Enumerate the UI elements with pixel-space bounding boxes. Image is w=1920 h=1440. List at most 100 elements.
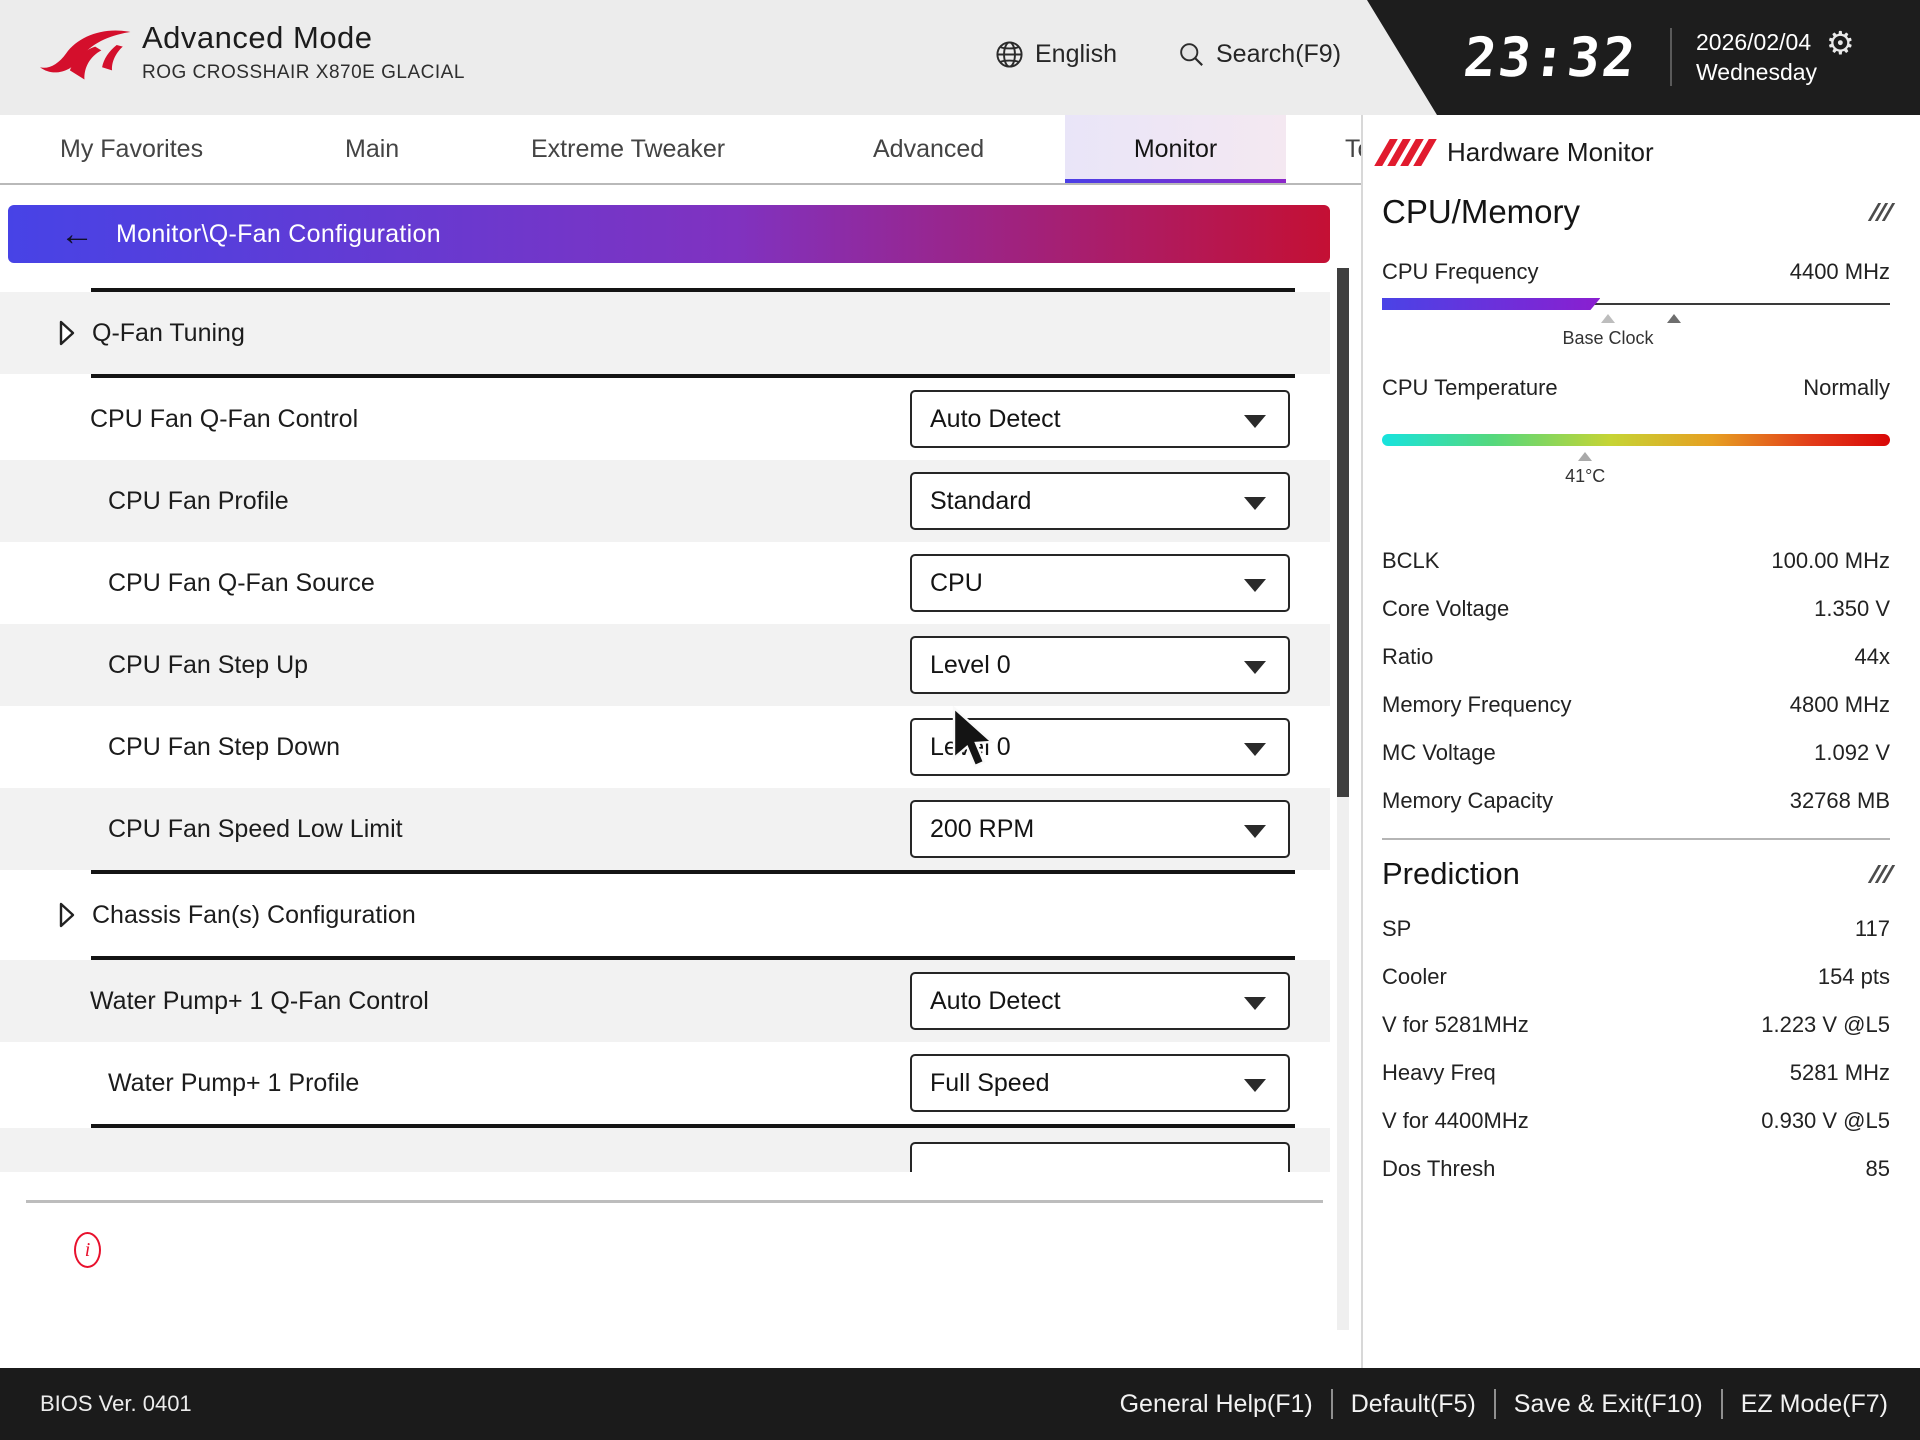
footer-action-3[interactable]: EZ Mode(F7) bbox=[1741, 1390, 1888, 1419]
mode-title: Advanced Mode bbox=[142, 20, 373, 55]
gear-icon[interactable]: ⚙ bbox=[1826, 24, 1855, 62]
stat-row: Heavy Freq 5281 MHz bbox=[1382, 1058, 1890, 1088]
setting-row: Water Pump+ 1 Profile Full Speed bbox=[0, 1042, 1330, 1124]
date-value: 2026/02/04 bbox=[1696, 29, 1812, 55]
hardware-monitor-header: Hardware Monitor bbox=[1374, 136, 1890, 168]
hardware-monitor-panel: Hardware Monitor CPU/Memory CPU Frequenc… bbox=[1366, 115, 1920, 1368]
stat-value: 1.092 V bbox=[1814, 740, 1890, 765]
action-separator bbox=[1493, 1389, 1496, 1419]
setting-row: CPU Fan Q-Fan Source CPU bbox=[0, 542, 1330, 624]
stat-label: Heavy Freq bbox=[1382, 1060, 1496, 1085]
back-arrow-icon[interactable]: ← bbox=[60, 217, 94, 251]
info-divider bbox=[26, 1200, 1323, 1203]
stat-label: Dos Thresh bbox=[1382, 1156, 1496, 1181]
chevron-down-icon bbox=[1244, 1079, 1266, 1092]
stat-label: V for 5281MHz bbox=[1382, 1012, 1529, 1037]
setting-dropdown[interactable]: Auto Detect bbox=[910, 972, 1290, 1030]
stat-label: Cooler bbox=[1382, 964, 1447, 989]
setting-dropdown[interactable]: Level 0 bbox=[910, 718, 1290, 776]
action-separator bbox=[1330, 1389, 1333, 1419]
collapse-icon[interactable] bbox=[1867, 203, 1896, 221]
search-label: Search(F9) bbox=[1216, 40, 1342, 68]
setting-dropdown[interactable]: Level 0 bbox=[910, 636, 1290, 694]
clock-panel: 23:32 2026/02/04 Wednesday ⚙ bbox=[1367, 0, 1920, 115]
footer-action-1[interactable]: Default(F5) bbox=[1351, 1390, 1476, 1419]
info-icon: i bbox=[74, 1232, 101, 1268]
stat-row: Cooler 154 pts bbox=[1382, 962, 1890, 992]
expand-arrow-icon bbox=[59, 902, 75, 928]
cpu-memory-stats: BCLK 100.00 MHz Core Voltage 1.350 V Ratio 44… bbox=[1382, 546, 1890, 816]
tab-extreme-tweaker[interactable]: Extreme Tweaker bbox=[531, 115, 725, 183]
setting-label: CPU Fan Profile bbox=[108, 486, 289, 515]
breadcrumb: ← Monitor\Q-Fan Configuration bbox=[8, 205, 1330, 263]
setting-row: CPU Fan Speed Low Limit 200 RPM bbox=[0, 788, 1330, 870]
stat-row: Memory Capacity 32768 MB bbox=[1382, 786, 1890, 816]
stat-label: Ratio bbox=[1382, 644, 1434, 669]
marker-triangle-icon bbox=[1578, 452, 1593, 461]
stat-row: Memory Frequency 4800 MHz bbox=[1382, 690, 1890, 720]
temperature-gradient-bar bbox=[1382, 434, 1890, 446]
tab-main[interactable]: Main bbox=[345, 115, 399, 183]
cpu-memory-title: CPU/Memory bbox=[1382, 193, 1581, 230]
bios-version: BIOS Ver. 0401 bbox=[40, 1391, 192, 1416]
collapse-icon[interactable] bbox=[1867, 865, 1896, 883]
setting-label: CPU Fan Speed Low Limit bbox=[108, 814, 403, 843]
chevron-down-icon bbox=[1244, 997, 1266, 1010]
dropdown-value: Auto Detect bbox=[930, 404, 1061, 433]
stat-value: 0.930 V @L5 bbox=[1761, 1108, 1890, 1133]
stat-row: MC Voltage 1.092 V bbox=[1382, 738, 1890, 768]
stat-value: 44x bbox=[1854, 644, 1890, 669]
stat-label: MC Voltage bbox=[1382, 740, 1496, 765]
setting-row: CPU Fan Q-Fan Control Auto Detect bbox=[0, 378, 1330, 460]
stat-row: V for 4400MHz 0.930 V @L5 bbox=[1382, 1106, 1890, 1136]
tab-monitor[interactable]: Monitor bbox=[1065, 115, 1286, 183]
stat-row: SP 117 bbox=[1382, 914, 1890, 944]
setting-dropdown[interactable]: Full Speed bbox=[910, 1054, 1290, 1112]
section-row[interactable]: Chassis Fan(s) Configuration bbox=[0, 874, 1330, 956]
marker-triangle-icon bbox=[1601, 314, 1616, 323]
setting-label: CPU Fan Q-Fan Source bbox=[108, 568, 375, 597]
stat-value: 1.350 V bbox=[1814, 596, 1890, 621]
setting-dropdown[interactable] bbox=[910, 1142, 1290, 1172]
footer-actions: General Help(F1) Default(F5) Save & Exit(F… bbox=[1120, 1389, 1888, 1419]
prediction-section-header: Prediction bbox=[1382, 852, 1896, 896]
footer-action-2[interactable]: Save & Exit(F10) bbox=[1514, 1390, 1703, 1419]
stat-value: 117 bbox=[1854, 916, 1890, 941]
dropdown-value: CPU bbox=[930, 568, 983, 597]
frequency-fill-bar bbox=[1382, 298, 1600, 310]
setting-label: CPU Fan Q-Fan Control bbox=[90, 404, 359, 433]
scrollbar-thumb[interactable] bbox=[1337, 268, 1349, 797]
globe-icon bbox=[996, 41, 1023, 68]
dropdown-value: Level 0 bbox=[930, 650, 1011, 679]
scrollbar-track[interactable] bbox=[1337, 268, 1349, 1330]
cpu-temperature-bar: 41°C bbox=[1382, 434, 1890, 494]
chevron-down-icon bbox=[1244, 497, 1266, 510]
setting-dropdown[interactable]: 200 RPM bbox=[910, 800, 1290, 858]
setting-label: Water Pump+ 1 Q-Fan Control bbox=[90, 986, 429, 1015]
cpu-temperature-value: Normally bbox=[1803, 375, 1890, 400]
setting-dropdown[interactable]: Auto Detect bbox=[910, 390, 1290, 448]
rog-logo-icon bbox=[40, 30, 131, 80]
tab-advanced[interactable]: Advanced bbox=[873, 115, 984, 183]
stat-row: BCLK 100.00 MHz bbox=[1382, 546, 1890, 576]
stat-row: Ratio 44x bbox=[1382, 642, 1890, 672]
dropdown-value: Full Speed bbox=[930, 1068, 1050, 1097]
setting-dropdown[interactable]: CPU bbox=[910, 554, 1290, 612]
section-row[interactable]: Q-Fan Tuning bbox=[0, 292, 1330, 374]
cpu-temperature-label: CPU Temperature bbox=[1382, 375, 1558, 400]
tab-bar: My Favorites Main Extreme Tweaker Advanced M… bbox=[0, 115, 1363, 185]
tab-my-favorites[interactable]: My Favorites bbox=[60, 115, 203, 183]
stat-label: Memory Capacity bbox=[1382, 788, 1554, 813]
language-selector[interactable]: English bbox=[995, 40, 1117, 69]
stat-label: BCLK bbox=[1382, 548, 1440, 573]
stat-value: 85 bbox=[1865, 1156, 1890, 1181]
footer-action-0[interactable]: General Help(F1) bbox=[1120, 1390, 1313, 1419]
setting-dropdown[interactable]: Standard bbox=[910, 472, 1290, 530]
stat-value: 100.00 MHz bbox=[1771, 548, 1890, 573]
stat-value: 4800 MHz bbox=[1789, 692, 1890, 717]
clock-time: 23:32 bbox=[1460, 26, 1640, 89]
breadcrumb-text: Monitor\Q-Fan Configuration bbox=[116, 219, 441, 248]
search-button[interactable]: Search(F9) bbox=[1178, 40, 1341, 69]
prediction-title: Prediction bbox=[1382, 856, 1520, 891]
dropdown-value: Level 0 bbox=[930, 732, 1011, 761]
